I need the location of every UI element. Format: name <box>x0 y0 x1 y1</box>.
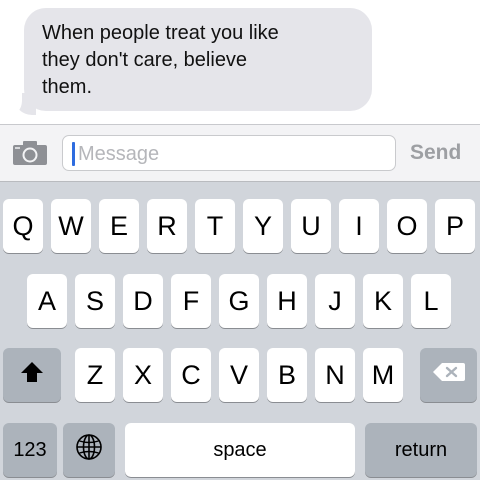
numbers-key[interactable]: 123 <box>3 423 57 477</box>
message-line-2: they don't care, believe <box>42 49 248 71</box>
message-placeholder: Message <box>78 143 160 165</box>
key-k[interactable]: K <box>363 274 403 328</box>
keyboard: Q W E R T Y U I O P A S D F G H J K L Z … <box>0 182 480 480</box>
key-s[interactable]: S <box>75 274 115 328</box>
shift-icon <box>19 360 45 391</box>
key-q[interactable]: Q <box>3 199 43 253</box>
key-t[interactable]: T <box>195 199 235 253</box>
key-b[interactable]: B <box>267 348 307 402</box>
key-x[interactable]: X <box>123 348 163 402</box>
key-h[interactable]: H <box>267 274 307 328</box>
key-v[interactable]: V <box>219 348 259 402</box>
message-thread: When people treat you like they don't ca… <box>0 0 480 124</box>
key-u[interactable]: U <box>291 199 331 253</box>
text-cursor <box>72 142 75 166</box>
message-input-bar: Message Send <box>0 124 480 182</box>
key-c[interactable]: C <box>171 348 211 402</box>
key-n[interactable]: N <box>315 348 355 402</box>
key-o[interactable]: O <box>387 199 427 253</box>
message-line-1: When people treat you like <box>42 22 279 44</box>
send-button[interactable]: Send <box>410 141 461 165</box>
delete-key[interactable] <box>420 348 477 402</box>
space-key[interactable]: space <box>125 423 355 477</box>
globe-icon <box>75 433 103 468</box>
message-input[interactable]: Message <box>62 135 396 171</box>
camera-icon[interactable] <box>12 140 48 166</box>
message-line-3: them. <box>42 76 93 98</box>
delete-icon <box>432 360 466 391</box>
key-a[interactable]: A <box>27 274 67 328</box>
key-r[interactable]: R <box>147 199 187 253</box>
globe-key[interactable] <box>63 423 115 477</box>
key-l[interactable]: L <box>411 274 451 328</box>
shift-key[interactable] <box>3 348 61 402</box>
key-z[interactable]: Z <box>75 348 115 402</box>
key-e[interactable]: E <box>99 199 139 253</box>
key-g[interactable]: G <box>219 274 259 328</box>
key-y[interactable]: Y <box>243 199 283 253</box>
key-i[interactable]: I <box>339 199 379 253</box>
key-p[interactable]: P <box>435 199 475 253</box>
key-f[interactable]: F <box>171 274 211 328</box>
received-message-bubble: When people treat you like they don't ca… <box>24 8 372 111</box>
key-w[interactable]: W <box>51 199 91 253</box>
key-d[interactable]: D <box>123 274 163 328</box>
return-key[interactable]: return <box>365 423 477 477</box>
key-m[interactable]: M <box>363 348 403 402</box>
key-j[interactable]: J <box>315 274 355 328</box>
